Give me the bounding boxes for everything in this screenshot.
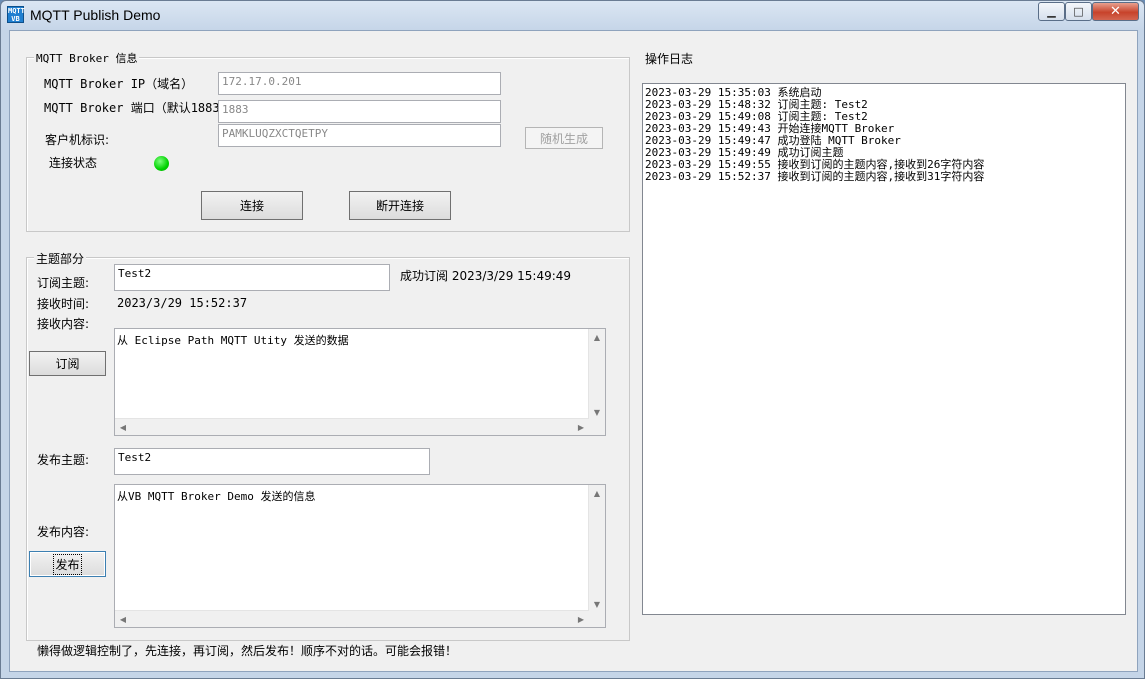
log-title: 操作日志 <box>645 52 694 66</box>
scroll-corner <box>589 419 605 435</box>
maximize-button[interactable]: □ <box>1065 2 1092 21</box>
publish-content-area[interactable]: 从VB MQTT Broker Demo 发送的信息 ▲ ▼ ◀ ▶ <box>114 484 606 628</box>
scroll-left-icon[interactable]: ◀ <box>115 611 131 627</box>
topic-group-label: 主题部分 <box>34 250 87 267</box>
subscribe-button[interactable]: 订阅 <box>29 351 106 376</box>
log-list[interactable]: 2023-03-29 15:35:03 系统启动 2023-03-29 15:48… <box>642 83 1126 615</box>
publish-content-label: 发布内容: <box>37 525 90 539</box>
publish-label: 发布 <box>53 553 82 575</box>
disconnect-button[interactable]: 断开连接 <box>349 191 451 220</box>
hint-text: 懒得做逻辑控制了，先连接，再订阅，然后发布！顺序不对的话。可能会报错！ <box>37 644 458 658</box>
connection-status-indicator <box>154 156 169 171</box>
scroll-down-icon[interactable]: ▼ <box>589 596 605 612</box>
publish-horizontal-scrollbar[interactable]: ◀ ▶ <box>115 610 589 627</box>
close-icon: ✕ <box>1110 4 1121 19</box>
publish-content-text: 从VB MQTT Broker Demo 发送的信息 <box>117 490 316 503</box>
broker-ip-field[interactable]: 172.17.0.201 <box>218 72 501 95</box>
scroll-up-icon[interactable]: ▲ <box>589 329 605 345</box>
broker-port-label: MQTT Broker 端口（默认1883） <box>44 101 232 115</box>
scroll-left-icon[interactable]: ◀ <box>115 419 131 435</box>
app-icon: MQTT VB <box>7 6 25 23</box>
random-generate-label: 随机生成 <box>539 131 588 146</box>
minimize-button[interactable]: ▁ <box>1038 2 1065 21</box>
subscribe-topic-field[interactable]: Test2 <box>114 264 390 291</box>
receive-content-text: 从 Eclipse Path MQTT Utity 发送的数据 <box>117 334 349 347</box>
client-id-field[interactable]: PAMKLUQZXCTQETPY <box>218 124 501 147</box>
close-button[interactable]: ✕ <box>1092 2 1139 21</box>
scroll-up-icon[interactable]: ▲ <box>589 485 605 501</box>
subscribe-label: 订阅 <box>55 357 80 371</box>
connection-status-label: 连接状态 <box>49 156 98 170</box>
publish-vertical-scrollbar[interactable]: ▲ ▼ <box>588 485 605 612</box>
connect-button[interactable]: 连接 <box>201 191 303 220</box>
log-lines: 2023-03-29 15:35:03 系统启动 2023-03-29 15:48… <box>645 87 984 183</box>
broker-group-label: MQTT Broker 信息 <box>34 50 140 66</box>
minimize-icon: ▁ <box>1047 5 1056 18</box>
scroll-corner <box>589 611 605 627</box>
window-title: MQTT Publish Demo <box>30 7 161 23</box>
maximize-icon: □ <box>1073 5 1084 18</box>
receive-time-value: 2023/3/29 15:52:37 <box>117 296 248 310</box>
receive-content-label: 接收内容: <box>37 317 90 331</box>
subscribe-status-text: 成功订阅 2023/3/29 15:49:49 <box>400 269 572 283</box>
random-generate-button[interactable]: 随机生成 <box>525 127 603 149</box>
app-window: MQTT VB MQTT Publish Demo ▁ □ ✕ MQTT Brok… <box>0 0 1145 679</box>
receive-time-label: 接收时间: <box>37 297 90 311</box>
connect-label: 连接 <box>239 199 264 213</box>
receive-content-area[interactable]: 从 Eclipse Path MQTT Utity 发送的数据 ▲ ▼ ◀ ▶ <box>114 328 606 436</box>
client-area: MQTT Broker 信息 MQTT Broker IP（域名） 172.17… <box>9 30 1138 672</box>
subscribe-topic-label: 订阅主题: <box>37 276 90 290</box>
publish-button[interactable]: 发布 <box>29 551 106 577</box>
broker-port-field[interactable]: 1883 <box>218 100 501 123</box>
publish-topic-label: 发布主题: <box>37 453 90 467</box>
disconnect-label: 断开连接 <box>375 199 424 213</box>
scroll-right-icon[interactable]: ▶ <box>573 419 589 435</box>
title-bar[interactable]: MQTT VB MQTT Publish Demo ▁ □ ✕ <box>1 1 1144 29</box>
receive-vertical-scrollbar[interactable]: ▲ ▼ <box>588 329 605 420</box>
scroll-down-icon[interactable]: ▼ <box>589 404 605 420</box>
scroll-right-icon[interactable]: ▶ <box>573 611 589 627</box>
broker-ip-label: MQTT Broker IP（域名） <box>44 77 194 91</box>
log-entry[interactable]: 2023-03-29 15:52:37 接收到订阅的主题内容,接收到31字符内容 <box>645 171 984 183</box>
publish-topic-field[interactable]: Test2 <box>114 448 430 475</box>
receive-horizontal-scrollbar[interactable]: ◀ ▶ <box>115 418 589 435</box>
client-id-label: 客户机标识: <box>45 133 110 147</box>
